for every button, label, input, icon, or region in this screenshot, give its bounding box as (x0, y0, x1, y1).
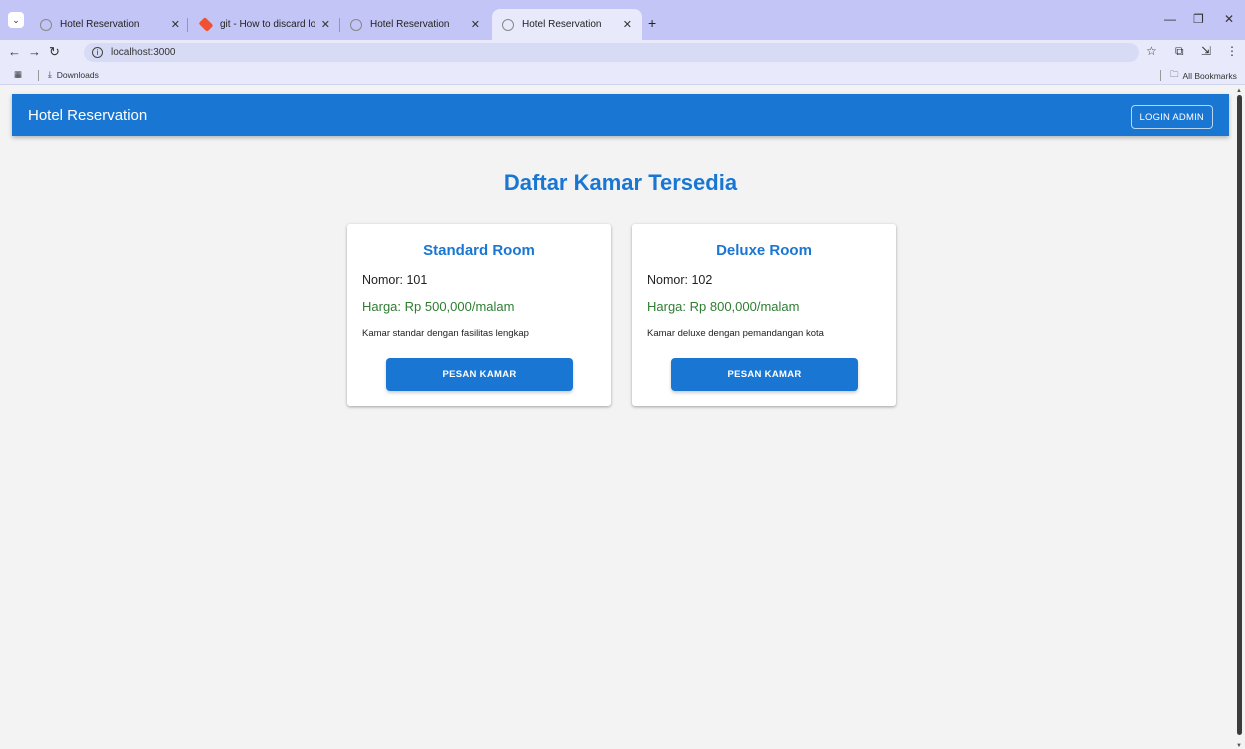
page-viewport: Hotel Reservation LOGIN ADMIN Daftar Kam… (12, 92, 1229, 749)
window-close-icon[interactable]: ✕ (1224, 12, 1234, 26)
all-bookmarks[interactable]: 🗀 All Bookmarks (1170, 69, 1237, 83)
tab-strip: ⌄ Hotel Reservation ✕ git - How to disca… (0, 0, 1245, 40)
tab-search-chevron-icon[interactable]: ⌄ (8, 12, 24, 28)
brand-title: Hotel Reservation (28, 107, 148, 124)
scroll-up-icon[interactable]: ▲ (1236, 88, 1242, 94)
bookmark-divider (1160, 70, 1161, 81)
tab-divider (187, 18, 188, 32)
new-tab-icon[interactable]: + (648, 15, 656, 31)
close-icon[interactable]: ✕ (171, 18, 180, 31)
room-card-deluxe: Deluxe Room Nomor: 102 Harga: Rp 800,000… (632, 224, 896, 406)
forward-icon[interactable]: → (28, 44, 41, 59)
room-card-standard: Standard Room Nomor: 101 Harga: Rp 500,0… (347, 224, 611, 406)
tab-title: git - How to discard local chang (220, 19, 315, 30)
browser-toolbar: ← → ↻ i localhost:3000 ☆ ⧉ ⇲ ⋮ (0, 40, 1245, 65)
sidebar-icon[interactable]: ⇲ (1201, 44, 1211, 58)
globe-icon (40, 18, 52, 31)
tab-hotel-reservation-1[interactable]: Hotel Reservation ✕ (30, 9, 190, 40)
menu-icon[interactable]: ⋮ (1226, 44, 1238, 58)
page-title: Daftar Kamar Tersedia (503, 170, 738, 195)
address-bar[interactable]: i localhost:3000 (84, 43, 1139, 62)
restore-icon[interactable]: ❐ (1193, 12, 1204, 26)
tab-title: Hotel Reservation (522, 19, 602, 30)
bookmark-star-icon[interactable]: ☆ (1146, 44, 1157, 58)
bookmark-divider (38, 70, 39, 81)
room-description: Kamar deluxe dengan pemandangan kota (647, 328, 824, 339)
bookmark-label: Downloads (56, 69, 99, 80)
extensions-icon[interactable]: ⧉ (1175, 44, 1184, 59)
room-price: Harga: Rp 800,000/malam (647, 299, 800, 314)
close-icon[interactable]: ✕ (321, 18, 330, 31)
bookmark-downloads[interactable]: ⤓ Downloads (48, 69, 99, 80)
folder-icon: 🗀 (1170, 69, 1179, 79)
room-name: Standard Room (423, 242, 535, 259)
scrollbar[interactable]: ▲ ▼ (1232, 87, 1245, 749)
url-text: localhost:3000 (111, 47, 176, 58)
room-number: Nomor: 101 (362, 273, 428, 287)
close-icon[interactable]: ✕ (471, 18, 480, 31)
globe-icon (350, 18, 362, 31)
site-info-icon[interactable]: i (92, 47, 103, 58)
back-icon[interactable]: ← (8, 44, 21, 59)
room-price: Harga: Rp 500,000/malam (362, 299, 515, 314)
close-icon[interactable]: ✕ (623, 18, 632, 31)
bookmarks-bar: ▦ ⤓ Downloads 🗀 All Bookmarks (0, 65, 1245, 85)
tab-hotel-reservation-2[interactable]: Hotel Reservation ✕ (340, 9, 490, 40)
book-room-button[interactable]: PESAN KAMAR (671, 358, 858, 391)
git-logo-icon (198, 17, 214, 32)
reload-icon[interactable]: ↻ (49, 44, 60, 60)
room-description: Kamar standar dengan fasilitas lengkap (362, 328, 529, 339)
room-number: Nomor: 102 (647, 273, 713, 287)
apps-grid-icon[interactable]: ▦ (14, 69, 22, 80)
tab-git[interactable]: git - How to discard local chang ✕ (190, 9, 340, 40)
download-icon: ⤓ (48, 69, 52, 79)
scrollbar-thumb[interactable] (1237, 95, 1242, 735)
book-room-button[interactable]: PESAN KAMAR (386, 358, 573, 391)
minimize-icon[interactable]: — (1164, 12, 1176, 26)
tab-hotel-reservation-active[interactable]: Hotel Reservation ✕ (492, 9, 642, 40)
scroll-down-icon[interactable]: ▼ (1236, 743, 1242, 749)
bookmark-label: All Bookmarks (1182, 71, 1237, 81)
tab-title: Hotel Reservation (60, 19, 140, 30)
globe-icon (502, 18, 514, 31)
app-bar: Hotel Reservation LOGIN ADMIN (12, 94, 1229, 136)
login-admin-button[interactable]: LOGIN ADMIN (1130, 105, 1213, 129)
room-name: Deluxe Room (716, 242, 812, 259)
tab-title: Hotel Reservation (370, 19, 450, 30)
